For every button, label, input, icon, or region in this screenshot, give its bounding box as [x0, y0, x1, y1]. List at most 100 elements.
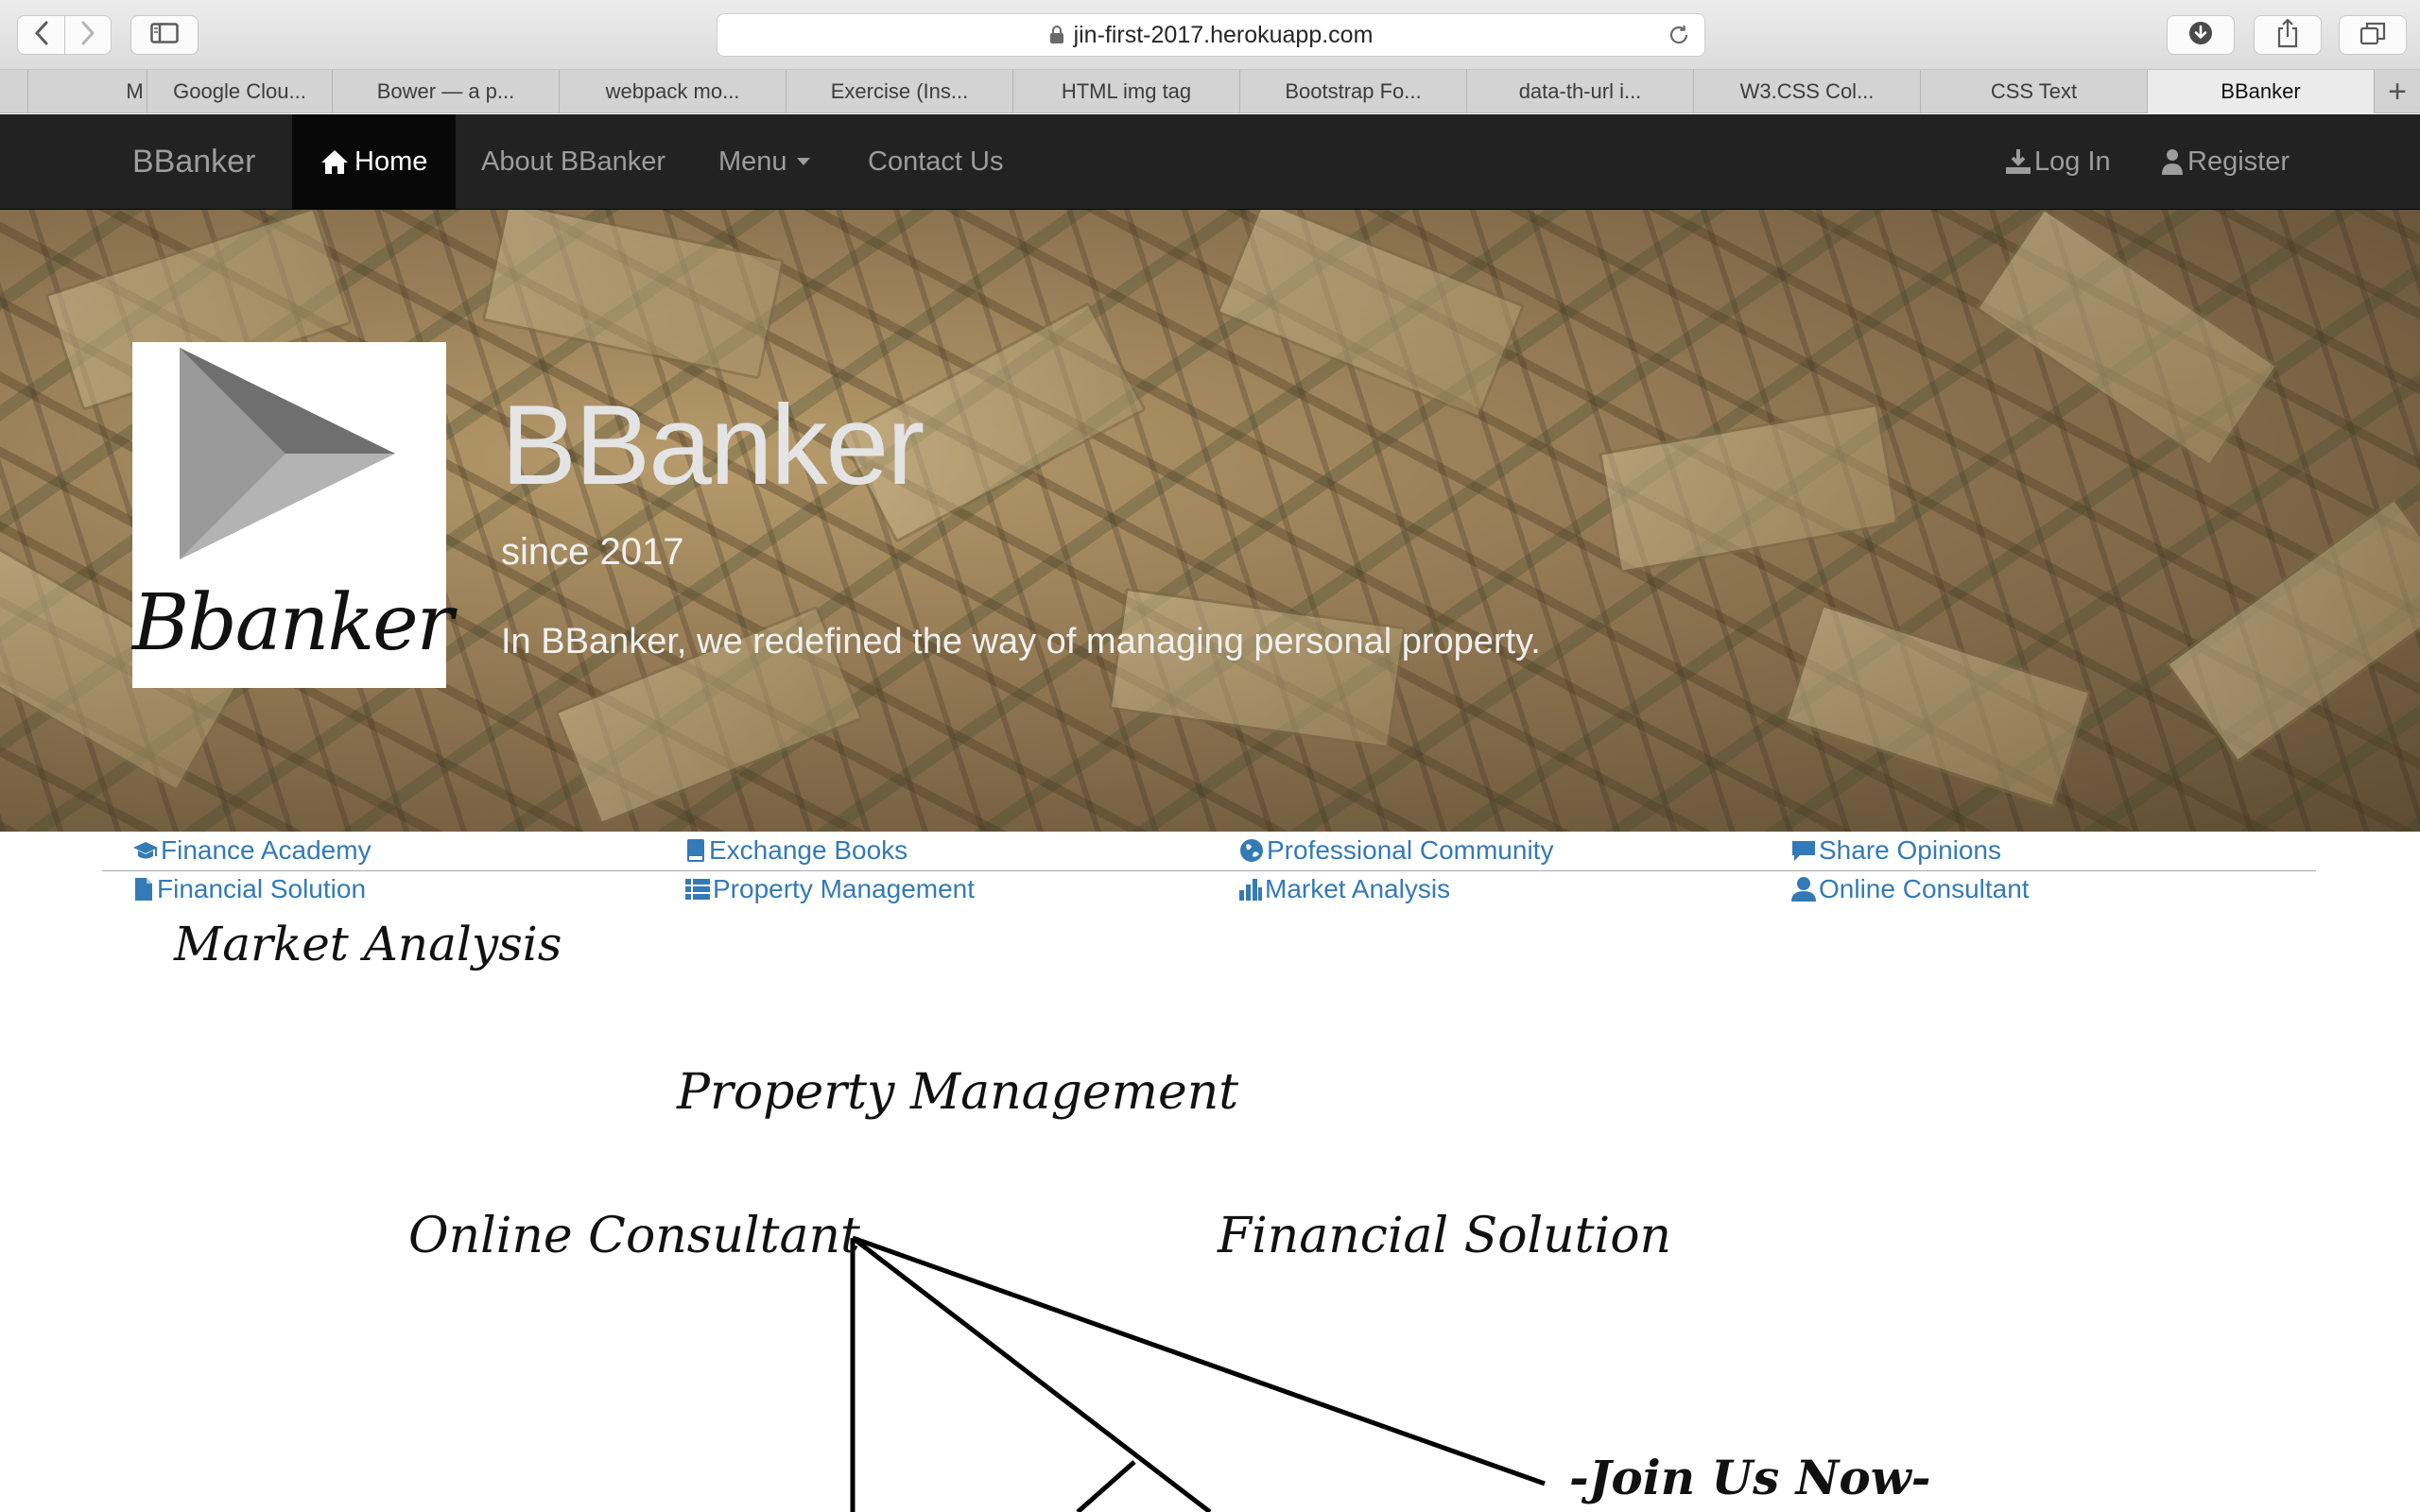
- address-bar[interactable]: jin-first-2017.herokuapp.com: [717, 13, 1705, 57]
- tab-pinned[interactable]: [0, 70, 28, 113]
- tab-label: CSS Text: [1990, 79, 2078, 103]
- background-bill: [1216, 210, 1526, 420]
- nav-menu-label: Menu: [718, 146, 787, 177]
- tab-item[interactable]: W3.CSS Col...: [1694, 70, 1921, 113]
- nav-register-label: Register: [2187, 146, 2290, 177]
- tab-item[interactable]: data-th-url i...: [1467, 70, 1694, 113]
- background-bill: [1598, 403, 1900, 575]
- diagram-label-market-analysis: Market Analysis: [174, 917, 562, 971]
- tab-label: webpack mo...: [605, 79, 740, 103]
- back-button[interactable]: [18, 16, 64, 54]
- tab-label: M: [126, 79, 144, 103]
- home-icon: [320, 148, 349, 175]
- forward-button[interactable]: [64, 16, 111, 54]
- link-label: Property Management: [713, 874, 976, 903]
- comment-icon: [1790, 838, 1817, 863]
- tabs-icon: [2360, 21, 2386, 50]
- globe-icon: [1238, 837, 1265, 864]
- link-label: Exchange Books: [709, 835, 908, 865]
- diagram-label-join-us[interactable]: -Join Us Now-: [1569, 1450, 1931, 1505]
- reload-icon[interactable]: [1667, 23, 1691, 47]
- tab-overview-button[interactable]: [2339, 15, 2407, 55]
- bbanker-logo: Bbanker: [132, 342, 454, 688]
- tab-item[interactable]: M: [28, 70, 147, 113]
- sidebar-icon: [150, 22, 179, 48]
- background-bill: [1975, 210, 2279, 468]
- login-icon: [2004, 147, 2032, 176]
- new-tab-button[interactable]: +: [2375, 70, 2420, 113]
- file-icon: [132, 876, 155, 902]
- hero-title: BBanker: [501, 382, 925, 508]
- background-bill: [2165, 497, 2420, 764]
- link-label: Share Opinions: [1819, 835, 2002, 865]
- feature-links: Finance Academy Exchange Books Professio…: [0, 832, 2420, 907]
- paper-plane-lines: [850, 1235, 1546, 1512]
- tab-label: Bower — a p...: [376, 79, 515, 103]
- browser-tab-bar: M Google Clou... Bower — a p... webpack …: [0, 70, 2420, 113]
- book-icon: [684, 837, 707, 864]
- link-label: Finance Academy: [161, 835, 372, 865]
- logo-wordmark: Bbanker: [132, 578, 454, 668]
- link-professional-community[interactable]: Professional Community: [1238, 834, 1553, 867]
- nav-home-label: Home: [354, 146, 428, 177]
- link-exchange-books[interactable]: Exchange Books: [684, 834, 908, 867]
- link-share-opinions[interactable]: Share Opinions: [1790, 834, 2001, 867]
- tab-label: Exercise (Ins...: [830, 79, 969, 103]
- user-icon: [1790, 876, 1817, 902]
- link-label: Professional Community: [1267, 835, 1554, 865]
- link-financial-solution[interactable]: Financial Solution: [132, 873, 366, 905]
- chevron-right-icon: [80, 21, 95, 50]
- tab-item[interactable]: Bootstrap Fo...: [1240, 70, 1467, 113]
- tab-item[interactable]: Exercise (Ins...: [786, 70, 1013, 113]
- caret-down-icon: [796, 158, 810, 165]
- link-market-analysis[interactable]: Market Analysis: [1238, 873, 1450, 905]
- register-icon: [2159, 147, 2186, 176]
- site-navbar: BBanker Home About BBanker Menu Contact …: [0, 114, 2420, 210]
- tab-label: HTML img tag: [1061, 79, 1192, 103]
- link-label: Market Analysis: [1265, 874, 1451, 903]
- download-icon: [2187, 20, 2214, 51]
- tab-item[interactable]: CSS Text: [1921, 70, 2148, 113]
- link-online-consultant[interactable]: Online Consultant: [1790, 873, 2030, 905]
- link-property-management[interactable]: Property Management: [684, 873, 975, 905]
- background-bill: [1784, 603, 2092, 809]
- tab-label: Google Clou...: [173, 79, 306, 103]
- tab-label: BBanker: [2221, 79, 2301, 103]
- tab-item[interactable]: Bower — a p...: [333, 70, 560, 113]
- nav-home[interactable]: Home: [292, 114, 457, 209]
- tab-label: W3.CSS Col...: [1739, 79, 1875, 103]
- tab-label: Bootstrap Fo...: [1285, 79, 1422, 103]
- bar-chart-icon: [1238, 877, 1263, 902]
- hero-description: In BBanker, we redefined the way of mana…: [501, 622, 1541, 662]
- nav-login[interactable]: Log In: [2004, 114, 2111, 209]
- list-icon: [684, 877, 711, 902]
- url-text: jin-first-2017.herokuapp.com: [1073, 21, 1374, 48]
- background-bill: [1108, 587, 1407, 749]
- tab-item[interactable]: HTML img tag: [1013, 70, 1240, 113]
- nav-contact[interactable]: Contact Us: [868, 114, 1003, 209]
- diagram-label-financial-solution: Financial Solution: [1218, 1208, 1671, 1264]
- tab-item[interactable]: webpack mo...: [560, 70, 786, 113]
- nav-about[interactable]: About BBanker: [481, 114, 666, 209]
- nav-menu-dropdown[interactable]: Menu: [718, 114, 810, 209]
- link-label: Financial Solution: [157, 874, 367, 903]
- nav-login-label: Log In: [2034, 146, 2111, 177]
- link-finance-academy[interactable]: Finance Academy: [132, 834, 372, 867]
- hero-since: since 2017: [501, 531, 684, 573]
- plus-icon: +: [2388, 73, 2407, 110]
- downloads-button[interactable]: [2167, 15, 2235, 55]
- link-divider: [102, 870, 2316, 871]
- navbar-brand[interactable]: BBanker: [132, 114, 255, 209]
- tab-label: data-th-url i...: [1518, 79, 1642, 103]
- diagram-label-property-management: Property Management: [677, 1064, 1239, 1121]
- background-bill: [481, 210, 786, 380]
- tab-item-active[interactable]: BBanker: [2148, 70, 2375, 113]
- share-button[interactable]: [2254, 15, 2322, 55]
- link-label: Online Consultant: [1819, 874, 2030, 903]
- play-triangle-logo-icon: [180, 348, 395, 559]
- tab-item[interactable]: Google Clou...: [147, 70, 333, 113]
- sidebar-toggle-button[interactable]: [130, 15, 199, 55]
- browser-toolbar: jin-first-2017.herokuapp.com: [0, 0, 2420, 70]
- nav-register[interactable]: Register: [2159, 114, 2290, 209]
- chevron-left-icon: [34, 21, 49, 50]
